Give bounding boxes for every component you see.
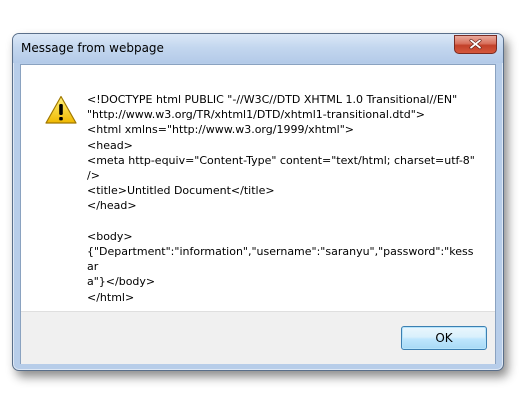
message-line: <meta http-equiv="Content-Type" content=… — [87, 153, 475, 167]
message-line: "http://www.w3.org/TR/xhtml1/DTD/xhtml1-… — [87, 108, 425, 122]
message-text: <!DOCTYPE html PUBLIC "-//W3C//DTD XHTML… — [87, 92, 475, 305]
message-line: <body> — [87, 229, 133, 243]
button-bar: OK — [21, 311, 495, 364]
message-line: </head> — [87, 199, 137, 213]
message-line: {"Department":"information","username":"… — [87, 245, 474, 274]
warning-icon — [45, 95, 77, 124]
dialog-title: Message from webpage — [21, 41, 164, 55]
message-line: a"}</body> — [87, 275, 156, 289]
title-bar[interactable]: Message from webpage — [13, 34, 503, 63]
close-icon — [469, 38, 482, 50]
message-line: </html> — [87, 290, 135, 304]
message-line: <!DOCTYPE html PUBLIC "-//W3C//DTD XHTML… — [87, 93, 458, 106]
close-button[interactable] — [454, 35, 497, 54]
message-area: <!DOCTYPE html PUBLIC "-//W3C//DTD XHTML… — [21, 65, 495, 311]
ok-button[interactable]: OK — [401, 326, 487, 350]
message-line: <html xmlns="http://www.w3.org/1999/xhtm… — [87, 123, 354, 137]
message-line: /> — [87, 169, 100, 183]
message-line: <title>Untitled Document</title> — [87, 184, 275, 198]
dialog-body: <!DOCTYPE html PUBLIC "-//W3C//DTD XHTML… — [20, 64, 496, 364]
message-line: <head> — [87, 138, 133, 152]
message-dialog: Message from webpage <!DOCTYPE html PUBL… — [12, 33, 504, 371]
